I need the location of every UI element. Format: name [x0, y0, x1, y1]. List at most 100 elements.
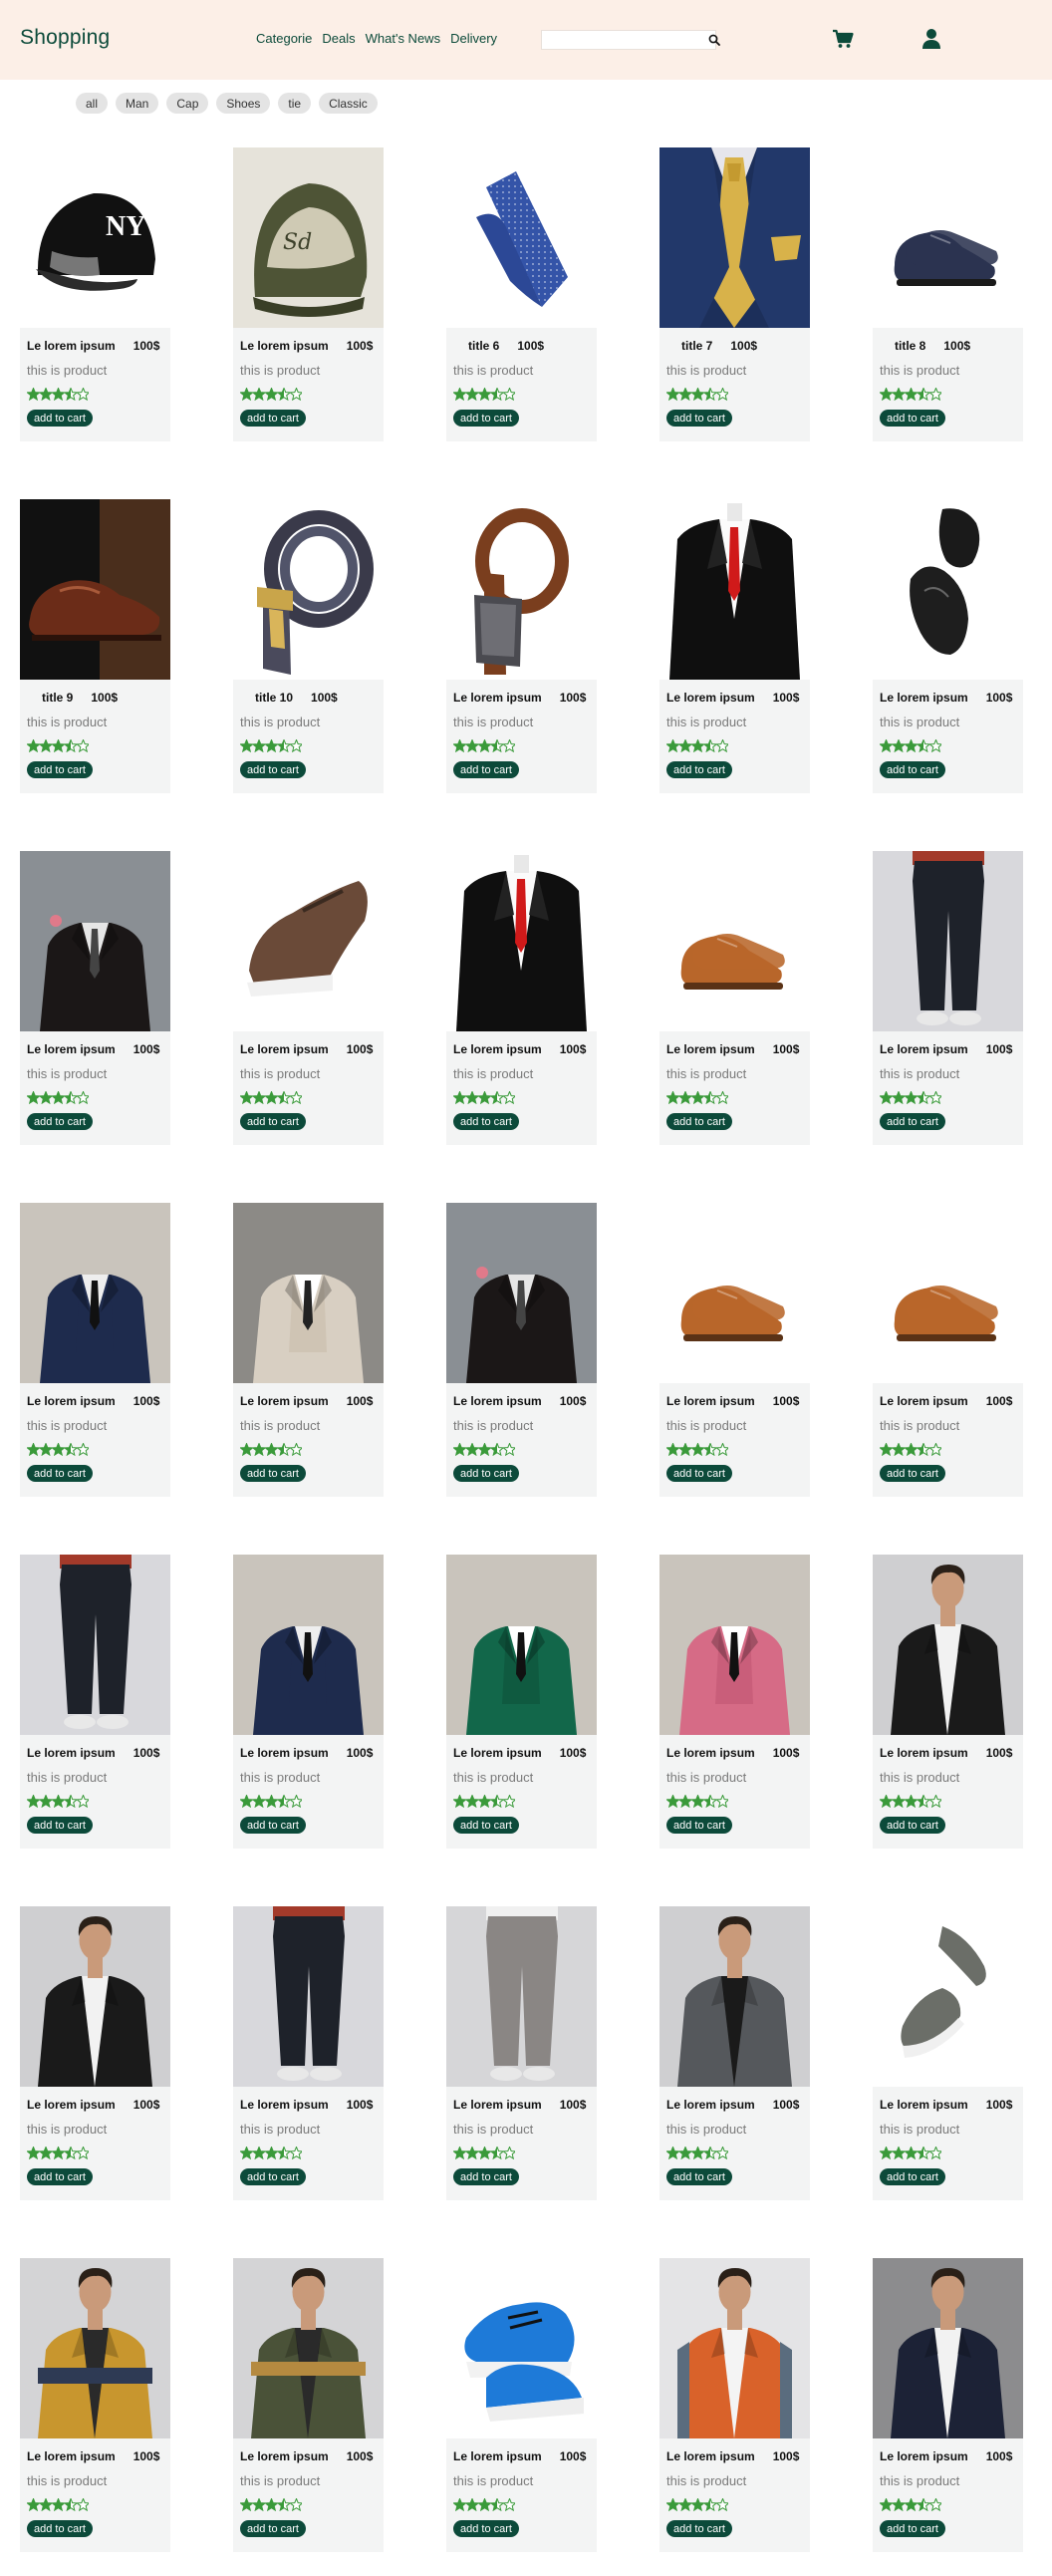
nav-categorie[interactable]: Categorie — [256, 31, 312, 46]
product-card[interactable]: Le lorem ipsum 100$ this is product add to … — [659, 1906, 810, 2200]
add-to-cart-button[interactable]: add to cart — [880, 1113, 945, 1130]
site-logo[interactable]: Shopping — [20, 26, 110, 50]
add-to-cart-button[interactable]: add to cart — [666, 2168, 732, 2185]
add-to-cart-button[interactable]: add to cart — [240, 1113, 306, 1130]
product-image[interactable] — [20, 1906, 170, 2087]
add-to-cart-button[interactable]: add to cart — [880, 2520, 945, 2537]
product-card[interactable]: Le lorem ipsum 100$ this is product add to … — [20, 2258, 170, 2552]
product-card[interactable]: title 8 100$ this is product add to cart — [873, 147, 1023, 441]
search-input[interactable] — [542, 31, 708, 49]
product-card[interactable]: Le lorem ipsum 100$ this is product add to … — [233, 1203, 384, 1497]
add-to-cart-button[interactable]: add to cart — [453, 2520, 519, 2537]
product-image[interactable] — [659, 2258, 810, 2438]
product-image[interactable]: NY — [20, 147, 170, 328]
product-image[interactable] — [873, 851, 1023, 1031]
product-card[interactable]: Le lorem ipsum 100$ this is product add to … — [20, 1906, 170, 2200]
add-to-cart-button[interactable]: add to cart — [27, 1465, 93, 1482]
product-card[interactable]: Le lorem ipsum 100$ this is product add to … — [446, 1555, 597, 1849]
product-card[interactable]: Le lorem ipsum 100$ this is product add to … — [873, 1203, 1023, 1497]
filter-shoes[interactable]: Shoes — [216, 93, 271, 114]
product-card[interactable]: title 9 100$ this is product add to cart — [20, 499, 170, 793]
product-image[interactable] — [659, 1906, 810, 2087]
nav-deals[interactable]: Deals — [322, 31, 355, 46]
product-image[interactable] — [446, 1555, 597, 1735]
product-image[interactable] — [659, 499, 810, 680]
filter-tie[interactable]: tie — [278, 93, 312, 114]
product-image[interactable] — [873, 1203, 1023, 1383]
product-card[interactable]: Le lorem ipsum 100$ this is product add to … — [659, 851, 810, 1145]
filter-classic[interactable]: Classic — [319, 93, 378, 114]
product-card[interactable]: Le lorem ipsum 100$ this is product add to … — [659, 499, 810, 793]
add-to-cart-button[interactable]: add to cart — [27, 410, 93, 427]
product-image[interactable] — [446, 147, 597, 328]
product-image[interactable] — [659, 147, 810, 328]
add-to-cart-button[interactable]: add to cart — [666, 410, 732, 427]
product-image[interactable] — [446, 1203, 597, 1383]
add-to-cart-button[interactable]: add to cart — [240, 2520, 306, 2537]
add-to-cart-button[interactable]: add to cart — [666, 1465, 732, 1482]
add-to-cart-button[interactable]: add to cart — [240, 761, 306, 778]
filter-cap[interactable]: Cap — [166, 93, 209, 114]
product-image[interactable] — [20, 851, 170, 1031]
product-image[interactable] — [20, 1555, 170, 1735]
product-card[interactable]: Le lorem ipsum 100$ this is product add to … — [233, 1906, 384, 2200]
product-image[interactable] — [233, 851, 384, 1031]
add-to-cart-button[interactable]: add to cart — [27, 2520, 93, 2537]
add-to-cart-button[interactable]: add to cart — [27, 1113, 93, 1130]
product-image[interactable] — [446, 2258, 597, 2438]
add-to-cart-button[interactable]: add to cart — [880, 1817, 945, 1834]
product-card[interactable]: Le lorem ipsum 100$ this is product add to … — [446, 851, 597, 1145]
add-to-cart-button[interactable]: add to cart — [453, 1113, 519, 1130]
product-image[interactable] — [873, 1555, 1023, 1735]
product-card[interactable]: Le lorem ipsum 100$ this is product add to … — [233, 2258, 384, 2552]
product-image[interactable] — [873, 2258, 1023, 2438]
product-card[interactable]: Le lorem ipsum 100$ this is product add to … — [446, 2258, 597, 2552]
product-card[interactable]: title 7 100$ this is product add to cart — [659, 147, 810, 441]
add-to-cart-button[interactable]: add to cart — [27, 1817, 93, 1834]
add-to-cart-button[interactable]: add to cart — [240, 2168, 306, 2185]
add-to-cart-button[interactable]: add to cart — [240, 1465, 306, 1482]
product-card[interactable]: Le lorem ipsum 100$ this is product add to … — [873, 1555, 1023, 1849]
product-image[interactable] — [20, 2258, 170, 2438]
filter-all[interactable]: all — [76, 93, 109, 114]
product-card[interactable]: NY Le lorem ipsum 100$ this is product add t… — [20, 147, 170, 441]
product-image[interactable] — [446, 851, 597, 1031]
product-card[interactable]: Sd Le lorem ipsum 100$ this is product add t… — [233, 147, 384, 441]
product-image[interactable] — [20, 499, 170, 680]
product-card[interactable]: Le lorem ipsum 100$ this is product add to … — [233, 851, 384, 1145]
product-image[interactable] — [873, 147, 1023, 328]
add-to-cart-button[interactable]: add to cart — [27, 761, 93, 778]
add-to-cart-button[interactable]: add to cart — [666, 761, 732, 778]
product-card[interactable]: Le lorem ipsum 100$ this is product add to … — [20, 1555, 170, 1849]
product-image[interactable] — [20, 1203, 170, 1383]
product-card[interactable]: Le lorem ipsum 100$ this is product add to … — [20, 1203, 170, 1497]
product-image[interactable] — [659, 1555, 810, 1735]
product-card[interactable]: Le lorem ipsum 100$ this is product add to … — [446, 499, 597, 793]
add-to-cart-button[interactable]: add to cart — [27, 2168, 93, 2185]
add-to-cart-button[interactable]: add to cart — [880, 410, 945, 427]
add-to-cart-button[interactable]: add to cart — [453, 1817, 519, 1834]
add-to-cart-button[interactable]: add to cart — [453, 761, 519, 778]
cart-icon[interactable] — [832, 28, 854, 50]
add-to-cart-button[interactable]: add to cart — [880, 1465, 945, 1482]
search-icon[interactable] — [708, 31, 720, 49]
product-card[interactable]: Le lorem ipsum 100$ this is product add to … — [233, 1555, 384, 1849]
add-to-cart-button[interactable]: add to cart — [240, 1817, 306, 1834]
add-to-cart-button[interactable]: add to cart — [880, 2168, 945, 2185]
product-card[interactable]: title 6 100$ this is product add to cart — [446, 147, 597, 441]
product-image[interactable] — [873, 1906, 1023, 2087]
product-card[interactable]: Le lorem ipsum 100$ this is product add to … — [659, 1555, 810, 1849]
product-image[interactable] — [873, 499, 1023, 680]
filter-man[interactable]: Man — [116, 93, 159, 114]
product-image[interactable] — [233, 2258, 384, 2438]
add-to-cart-button[interactable]: add to cart — [453, 410, 519, 427]
product-image[interactable] — [659, 851, 810, 1031]
product-image[interactable] — [446, 499, 597, 680]
product-image[interactable] — [233, 1203, 384, 1383]
product-image[interactable]: Sd — [233, 147, 384, 328]
product-card[interactable]: Le lorem ipsum 100$ this is product add to … — [446, 1203, 597, 1497]
product-card[interactable]: Le lorem ipsum 100$ this is product add to … — [20, 851, 170, 1145]
product-image[interactable] — [233, 1555, 384, 1735]
add-to-cart-button[interactable]: add to cart — [666, 2520, 732, 2537]
nav-whats-news[interactable]: What's News — [366, 31, 440, 46]
